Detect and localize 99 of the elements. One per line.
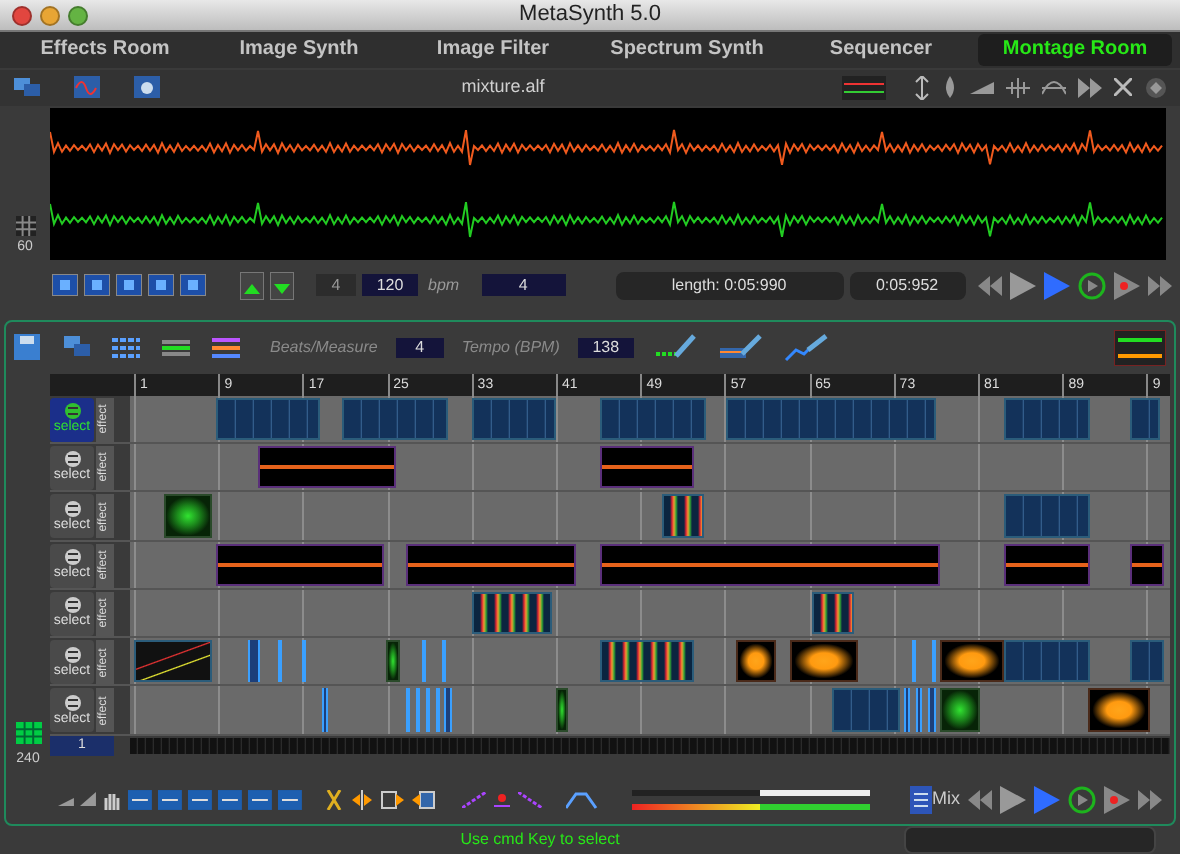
tab[interactable]: Effects Room (8, 33, 202, 66)
beats-field[interactable]: 4 (395, 337, 444, 358)
play-icon[interactable] (1034, 785, 1060, 814)
tempo-field[interactable]: 120 (362, 274, 418, 297)
minimize-button[interactable] (40, 6, 60, 26)
audio-clip (1130, 543, 1164, 586)
audio-clip (940, 640, 1004, 683)
steps-icon[interactable] (461, 791, 486, 808)
audio-clip (600, 445, 694, 489)
audio-clip (164, 494, 212, 538)
tab[interactable]: Image Synth (202, 33, 396, 66)
level-slider[interactable] (631, 803, 870, 810)
audio-clip (940, 688, 980, 732)
pen-icon[interactable] (717, 333, 766, 362)
fast-forward-icon[interactable] (1148, 275, 1172, 296)
audio-clip (258, 445, 396, 489)
audio-clip (386, 640, 400, 683)
clip-marker (932, 640, 936, 683)
crossfade-icon[interactable] (1042, 77, 1066, 98)
fade-in-icon[interactable] (970, 77, 994, 98)
pen-icon[interactable] (651, 333, 700, 362)
tab[interactable]: Montage Room (978, 33, 1172, 66)
globe-icon (63, 450, 81, 469)
trim-icon[interactable] (411, 789, 436, 810)
tracks-icon[interactable] (162, 335, 194, 360)
steps-icon[interactable] (517, 791, 542, 808)
tab[interactable]: Sequencer (784, 33, 978, 66)
clip-marker (416, 688, 420, 732)
play-icon[interactable] (1000, 785, 1026, 814)
globe-icon (63, 402, 81, 421)
audio-clip (736, 640, 776, 683)
clip-marker (406, 688, 410, 732)
clip-marker (904, 688, 910, 732)
up-arrow-icon[interactable] (240, 271, 264, 300)
audio-clip (1004, 543, 1090, 586)
tab[interactable]: Image Filter (396, 33, 590, 66)
mix-button[interactable]: Mix (907, 783, 962, 816)
record-play-icon[interactable] (1104, 785, 1130, 814)
audio-clip (1088, 688, 1150, 732)
globe-icon (63, 645, 81, 664)
clip-marker (912, 640, 916, 683)
fast-forward-icon[interactable] (1138, 789, 1162, 810)
clip-marker (442, 640, 446, 683)
file-name: mixture.alf (459, 74, 547, 101)
play-icon[interactable] (1044, 271, 1070, 300)
window-title: MetaSynth 5.0 (519, 0, 661, 31)
tempo-label: Tempo (BPM) (461, 335, 560, 360)
layers-icon[interactable] (12, 75, 44, 100)
audio-clip (556, 688, 568, 732)
resize-icon[interactable] (914, 75, 930, 100)
clip-marker (322, 688, 328, 732)
trim-icon[interactable] (379, 789, 404, 810)
pen-icon[interactable] (783, 333, 832, 362)
clip-marker (278, 640, 282, 683)
position-display: 0:05:952 (849, 271, 966, 300)
curve-icon[interactable] (565, 789, 598, 810)
clip-marker (426, 688, 430, 732)
fast-forward-icon[interactable] (1078, 77, 1102, 98)
close-button[interactable] (12, 6, 32, 26)
clip-marker (928, 688, 936, 732)
mixer-icon[interactable] (1114, 329, 1166, 366)
clip-marker (422, 640, 426, 683)
loop-play-icon[interactable] (1078, 271, 1106, 300)
level-slider[interactable] (631, 789, 870, 796)
clip-marker (436, 688, 440, 732)
clip-marker (302, 640, 306, 683)
status-message: Use cmd Key to select (458, 827, 622, 852)
scissors-icon[interactable] (323, 789, 344, 810)
clip-marker (444, 688, 452, 732)
clip-marker (916, 688, 922, 732)
audio-clip (790, 640, 858, 683)
play-icon[interactable] (1010, 271, 1036, 300)
steps-icon[interactable] (493, 791, 510, 808)
reverse-icon[interactable] (1144, 77, 1168, 98)
down-arrow-icon[interactable] (270, 271, 294, 300)
beats-field[interactable]: 4 (481, 274, 566, 297)
number-field[interactable]: 4 (316, 274, 356, 297)
globe-icon (63, 499, 81, 518)
record-play-icon[interactable] (1114, 271, 1140, 300)
close-icon[interactable] (1114, 78, 1132, 97)
globe-icon (63, 693, 81, 712)
globe-icon (63, 548, 81, 567)
rewind-icon[interactable] (978, 275, 1002, 296)
clip-marker (248, 640, 260, 683)
tracks-icon[interactable] (212, 335, 244, 360)
line-clip (134, 640, 212, 683)
globe-icon (63, 596, 81, 615)
tempo-field[interactable]: 138 (577, 337, 634, 358)
save-icon[interactable] (14, 334, 44, 361)
zoom-button[interactable] (68, 6, 88, 26)
tab[interactable]: Spectrum Synth (590, 33, 784, 66)
channels-icon[interactable] (842, 75, 886, 100)
loop-play-icon[interactable] (1068, 785, 1096, 814)
tempo-unit: bpm (426, 273, 462, 298)
layers-icon[interactable] (62, 334, 94, 361)
rewind-icon[interactable] (968, 789, 992, 810)
timeline-scrollbar[interactable] (130, 737, 1170, 754)
length-display: length: 0:05:990 (615, 271, 844, 300)
beats-label: Beats/Measure (270, 335, 378, 360)
